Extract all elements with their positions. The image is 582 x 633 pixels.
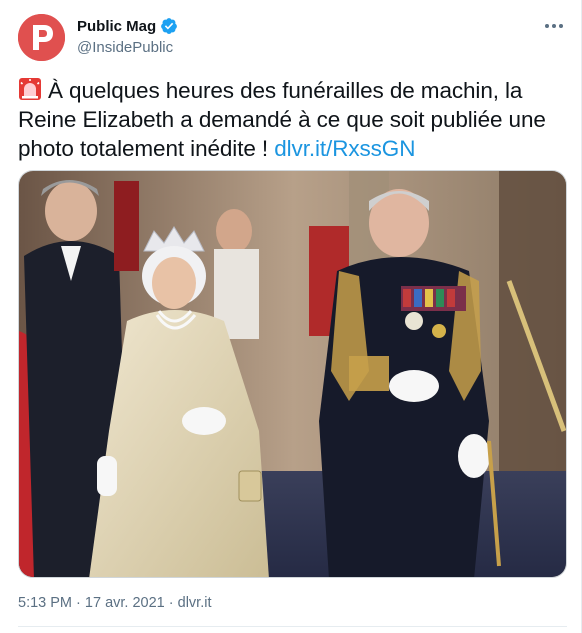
tweet-text: À quelques heures des funérailles de mac… [18,76,558,163]
more-dot-icon [545,24,549,28]
tweet-photo[interactable] [18,170,567,578]
tweet-date[interactable]: 17 avr. 2021 [85,595,165,611]
verified-badge-icon [161,18,178,34]
display-name[interactable]: Public Mag [77,18,156,35]
more-dot-icon [552,24,556,28]
avatar-logo-icon [18,14,65,61]
more-options-button[interactable] [541,16,567,36]
meta-separator: · [76,595,81,611]
tweet-card: Public Mag @InsidePublic À quelques heur… [0,0,582,633]
meta-separator: · [168,595,174,611]
avatar[interactable] [18,14,65,61]
tweet-meta: 5:13 PM · 17 avr. 2021 · dlvr.it [18,595,211,611]
tweet-source[interactable]: dlvr.it [178,595,212,611]
rotating-light-icon [19,78,41,100]
photo-image [19,171,566,577]
tweet-time[interactable]: 5:13 PM [18,595,72,611]
tweet-header: Public Mag @InsidePublic [18,14,567,62]
tweet-link[interactable]: dlvr.it/RxssGN [274,136,415,161]
handle[interactable]: @InsidePublic [77,39,178,56]
display-name-row[interactable]: Public Mag [77,17,178,35]
more-dot-icon [559,24,563,28]
account-names: Public Mag @InsidePublic [77,17,178,56]
divider [18,626,567,627]
